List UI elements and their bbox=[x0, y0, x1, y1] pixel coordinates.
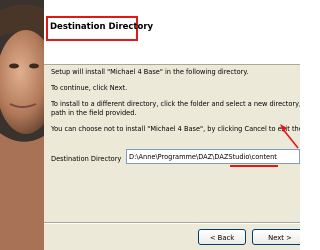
wizard-body: Setup will install "Michael 4 Base" in t… bbox=[44, 65, 300, 215]
button-separator bbox=[44, 222, 300, 224]
annotation-underline bbox=[230, 165, 278, 167]
different-directory-text-line2: path in the field provided. bbox=[51, 109, 137, 117]
different-directory-text-line1: To install to a different directory, cli… bbox=[51, 100, 300, 108]
installer-wizard-window: Destination Directory Setup will install… bbox=[0, 0, 300, 250]
destination-directory-input[interactable] bbox=[126, 149, 300, 164]
install-info-text: Setup will install "Michael 4 Base" in t… bbox=[51, 68, 249, 76]
continue-info-text: To continue, click Next. bbox=[51, 84, 128, 92]
product-artwork-image bbox=[0, 0, 44, 250]
wizard-header: Destination Directory bbox=[44, 0, 300, 65]
destination-directory-label: Destination Directory bbox=[51, 155, 122, 163]
cancel-info-text: You can choose not to install "Michael 4… bbox=[51, 125, 300, 133]
next-button[interactable]: Next > bbox=[252, 229, 300, 245]
page-title: Destination Directory bbox=[50, 22, 154, 32]
annotation-arrow-icon bbox=[280, 124, 299, 149]
back-button[interactable]: < Back bbox=[198, 229, 246, 245]
